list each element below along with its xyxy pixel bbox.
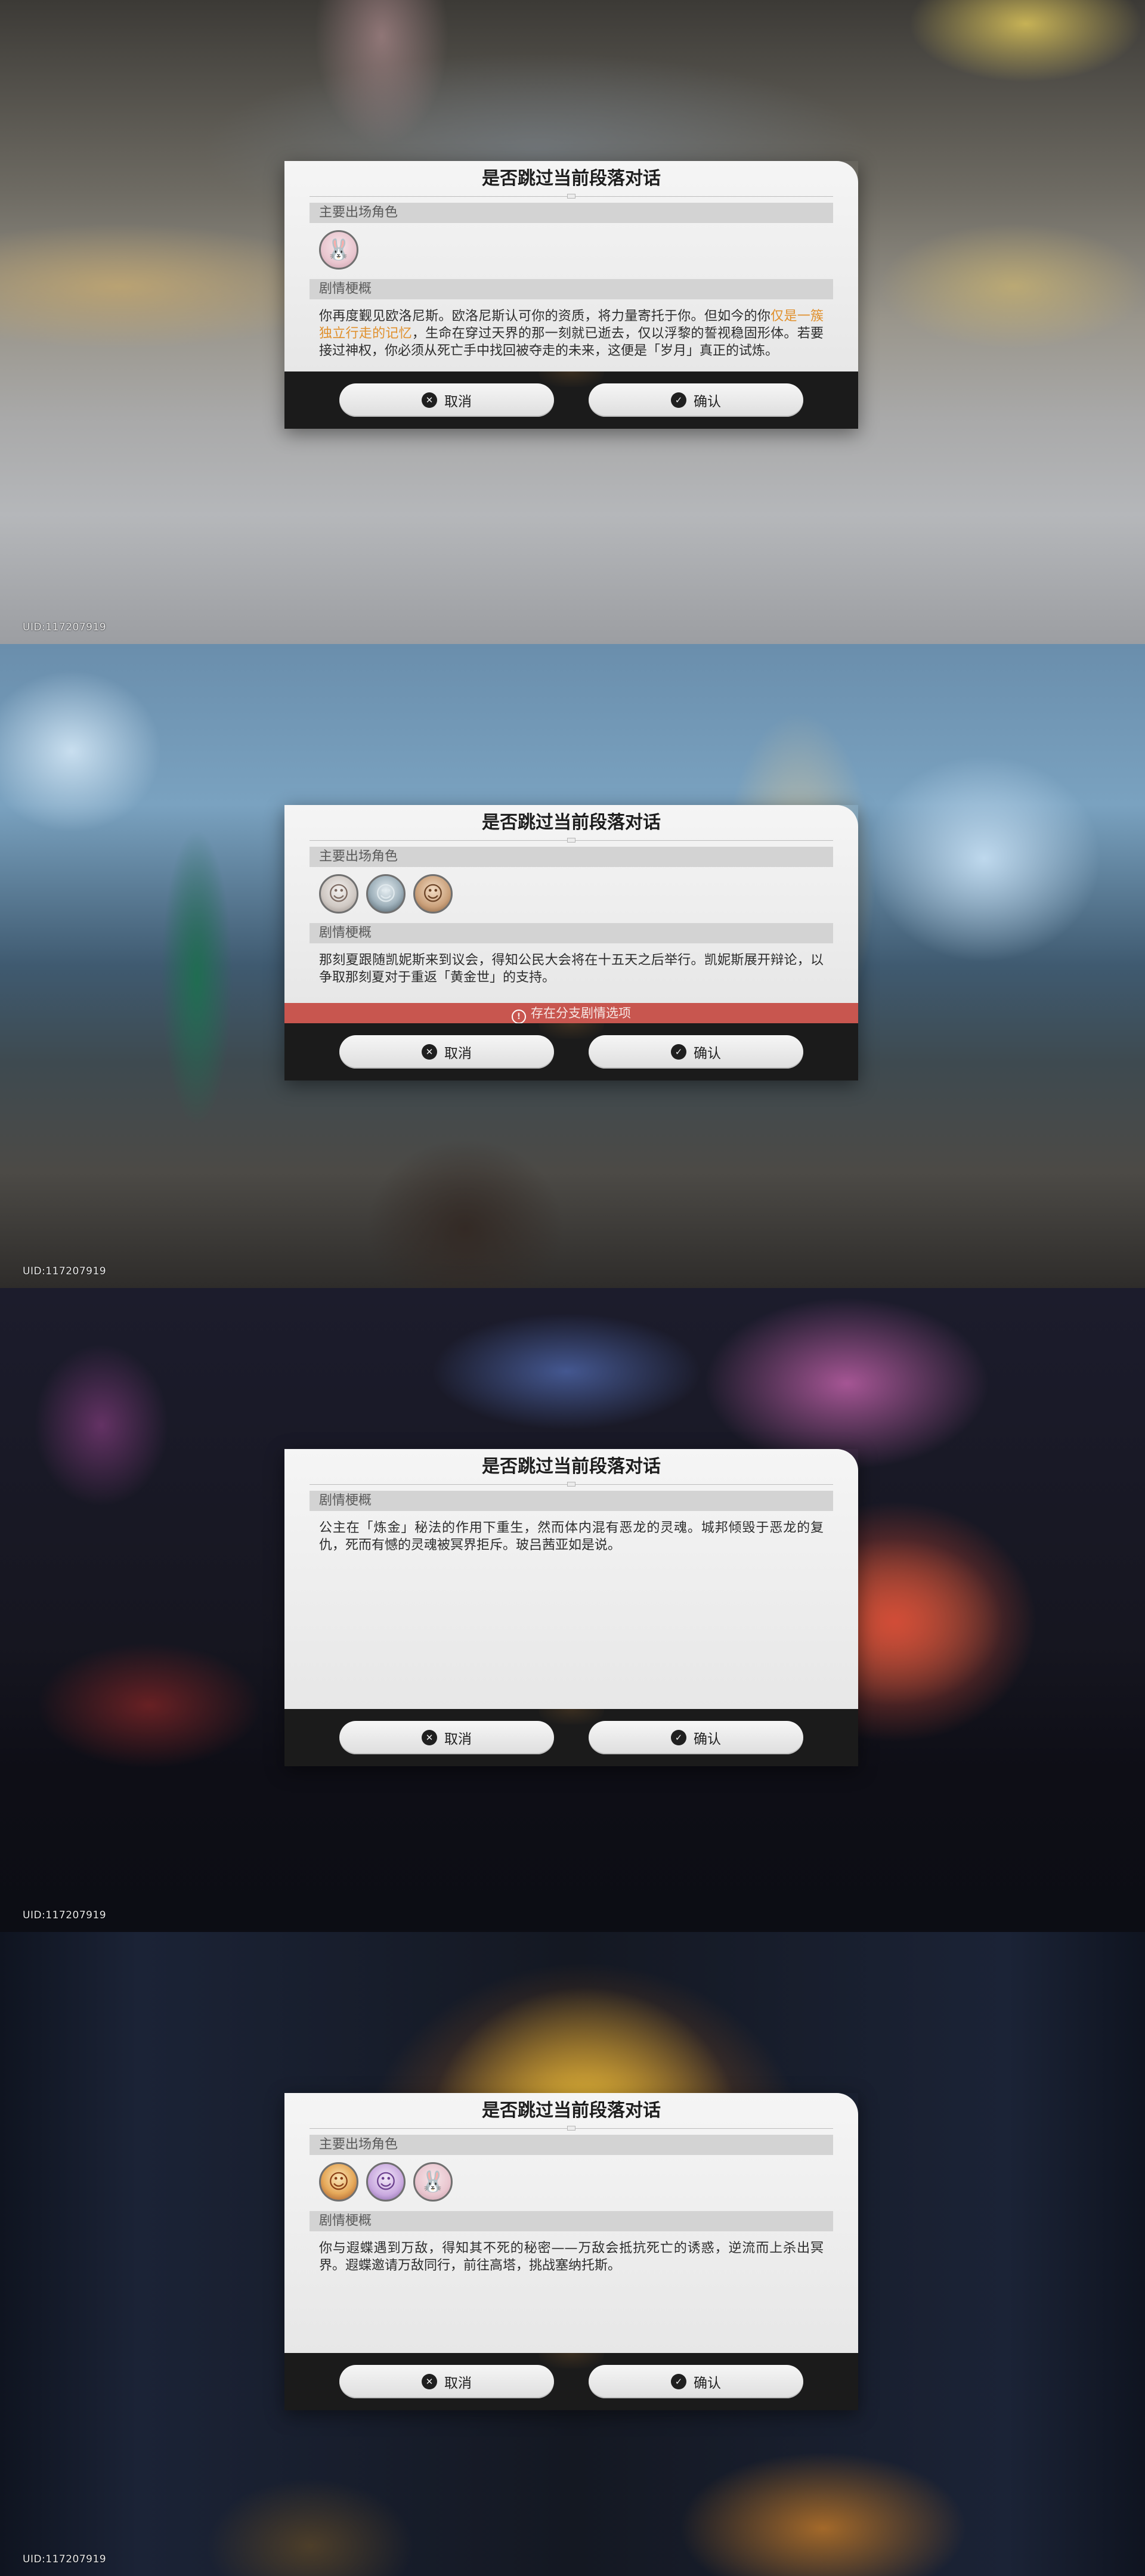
skip-dialog: 是否跳过当前段落对话 主要出场角色 🐰 剧情梗概 你再度觐见欧洛尼斯。欧洛尼斯认… [284,161,858,429]
purple-hair-character-icon: ☺ [366,2162,406,2202]
screen-panel-4: 是否跳过当前段落对话 主要出场角色 ☺ ☺ 🐰 剧情梗概 你与遐蝶遇到万敌，得知… [0,1932,1145,2576]
characters-header: 主要出场角色 [310,203,833,223]
skip-dialog: 是否跳过当前段落对话 主要出场角色 ☺ ☺ 🐰 剧情梗概 你与遐蝶遇到万敌，得知… [284,2093,858,2410]
close-icon: ✕ [422,1044,437,1060]
synopsis-text: 公主在「炼金」秘法的作用下重生，然而体内混有恶龙的灵魂。城邦倾毁于恶龙的复仇，死… [319,1521,824,1553]
cancel-button[interactable]: ✕ 取消 [339,383,554,417]
title-divider [310,2125,833,2131]
synopsis-text: 你与遐蝶遇到万敌，得知其不死的秘密——万敌会抵抗死亡的诱惑，逆流而上杀出冥界。遐… [319,2241,824,2273]
title-divider [310,193,833,199]
close-icon: ✕ [422,2374,437,2389]
dialog-footer: ✕ 取消 ✓ 确认 [284,1023,858,1080]
confirm-button[interactable]: ✓ 确认 [589,2365,803,2398]
synopsis-header: 剧情梗概 [310,1491,833,1511]
close-icon: ✕ [422,1730,437,1745]
synopsis-text: 你再度觐见欧洛尼斯。欧洛尼斯认可你的资质，将力量寄托于你。但如今的你仅是一簇独立… [310,299,833,371]
confirm-button[interactable]: ✓ 确认 [589,383,803,417]
uid-label: UID:117207919 [23,2553,107,2565]
check-icon: ✓ [671,1730,686,1745]
uid-label: UID:117207919 [23,1265,107,1277]
characters-header: 主要出场角色 [310,847,833,867]
screen-panel-3: 是否跳过当前段落对话 剧情梗概 公主在「炼金」秘法的作用下重生，然而体内混有恶龙… [0,1288,1145,1932]
synopsis-text-part: 你再度觐见欧洛尼斯。欧洛尼斯认可你的资质，将力量寄托于你。但如今的你 [319,309,771,324]
synopsis-header: 剧情梗概 [310,279,833,299]
dialog-card: 是否跳过当前段落对话 主要出场角色 ☺ ☺ ☺ 剧情梗概 那刻夏跟随凯妮斯来到议… [284,805,858,1003]
synopsis-header: 剧情梗概 [310,2211,833,2231]
dialog-footer: ✕ 取消 ✓ 确认 [284,1709,858,1766]
uid-label: UID:117207919 [23,621,107,633]
info-icon: ! [512,1010,526,1024]
dialog-footer: ✕ 取消 ✓ 确认 [284,2353,858,2410]
check-icon: ✓ [671,392,686,408]
uid-label: UID:117207919 [23,1909,107,1921]
synopsis-text: 那刻夏跟随凯妮斯来到议会，得知公民大会将在十五天之后举行。凯妮斯展开辩论，以争取… [319,953,824,985]
dialog-title: 是否跳过当前段落对话 [482,812,661,833]
cancel-button[interactable]: ✕ 取消 [339,2365,554,2398]
brown-hair-character-icon: ☺ [413,874,453,914]
confirm-label: 确认 [694,1732,721,1747]
cancel-button[interactable]: ✕ 取消 [339,1035,554,1069]
characters-header: 主要出场角色 [310,2135,833,2155]
dialog-body: 主要出场角色 ☺ ☺ ☺ 剧情梗概 那刻夏跟随凯妮斯来到议会，得知公民大会将在十… [310,847,833,1003]
dialog-footer: ✕ 取消 ✓ 确认 [284,371,858,429]
character-avatars: ☺ ☺ ☺ [310,867,833,919]
synopsis-header: 剧情梗概 [310,923,833,943]
confirm-button[interactable]: ✓ 确认 [589,1035,803,1069]
rabbit-icon: 🐰 [413,2162,453,2202]
silver-hair-character-icon: ☺ [366,874,406,914]
rabbit-icon: 🐰 [319,230,358,270]
dialog-body: 主要出场角色 ☺ ☺ 🐰 剧情梗概 你与遐蝶遇到万敌，得知其不死的秘密——万敌会… [310,2135,833,2286]
character-avatars: ☺ ☺ 🐰 [310,2155,833,2207]
confirm-label: 确认 [694,1046,721,1061]
dialog-body: 剧情梗概 公主在「炼金」秘法的作用下重生，然而体内混有恶龙的灵魂。城邦倾毁于恶龙… [310,1491,833,1566]
cancel-label: 取消 [444,2376,472,2391]
check-icon: ✓ [671,1044,686,1060]
white-hair-character-icon: ☺ [319,874,358,914]
golden-hair-character-icon: ☺ [319,2162,358,2202]
cancel-button[interactable]: ✕ 取消 [339,1721,554,1754]
dialog-title: 是否跳过当前段落对话 [482,2100,661,2121]
dialog-card: 是否跳过当前段落对话 剧情梗概 公主在「炼金」秘法的作用下重生，然而体内混有恶龙… [284,1449,858,1709]
dialog-title: 是否跳过当前段落对话 [482,168,661,189]
confirm-button[interactable]: ✓ 确认 [589,1721,803,1754]
screen-panel-2: 是否跳过当前段落对话 主要出场角色 ☺ ☺ ☺ 剧情梗概 那刻夏跟随凯妮斯来到议… [0,644,1145,1288]
title-divider [310,837,833,843]
close-icon: ✕ [422,392,437,408]
dialog-body: 主要出场角色 🐰 剧情梗概 你再度觐见欧洛尼斯。欧洛尼斯认可你的资质，将力量寄托… [310,203,833,371]
title-divider [310,1481,833,1487]
skip-dialog: 是否跳过当前段落对话 主要出场角色 ☺ ☺ ☺ 剧情梗概 那刻夏跟随凯妮斯来到议… [284,805,858,1080]
check-icon: ✓ [671,2374,686,2389]
cancel-label: 取消 [444,1732,472,1747]
dialog-card: 是否跳过当前段落对话 主要出场角色 🐰 剧情梗概 你再度觐见欧洛尼斯。欧洛尼斯认… [284,161,858,371]
screen-panel-1: 是否跳过当前段落对话 主要出场角色 🐰 剧情梗概 你再度觐见欧洛尼斯。欧洛尼斯认… [0,0,1145,644]
branch-notice-banner: ! 存在分支剧情选项 [284,1003,858,1024]
cancel-label: 取消 [444,1046,472,1061]
character-avatars: 🐰 [310,223,833,275]
branch-notice-label: 存在分支剧情选项 [531,1006,631,1020]
confirm-label: 确认 [694,2376,721,2391]
confirm-label: 确认 [694,394,721,410]
dialog-card: 是否跳过当前段落对话 主要出场角色 ☺ ☺ 🐰 剧情梗概 你与遐蝶遇到万敌，得知… [284,2093,858,2353]
cancel-label: 取消 [444,394,472,410]
dialog-title: 是否跳过当前段落对话 [482,1456,661,1477]
skip-dialog: 是否跳过当前段落对话 剧情梗概 公主在「炼金」秘法的作用下重生，然而体内混有恶龙… [284,1449,858,1766]
